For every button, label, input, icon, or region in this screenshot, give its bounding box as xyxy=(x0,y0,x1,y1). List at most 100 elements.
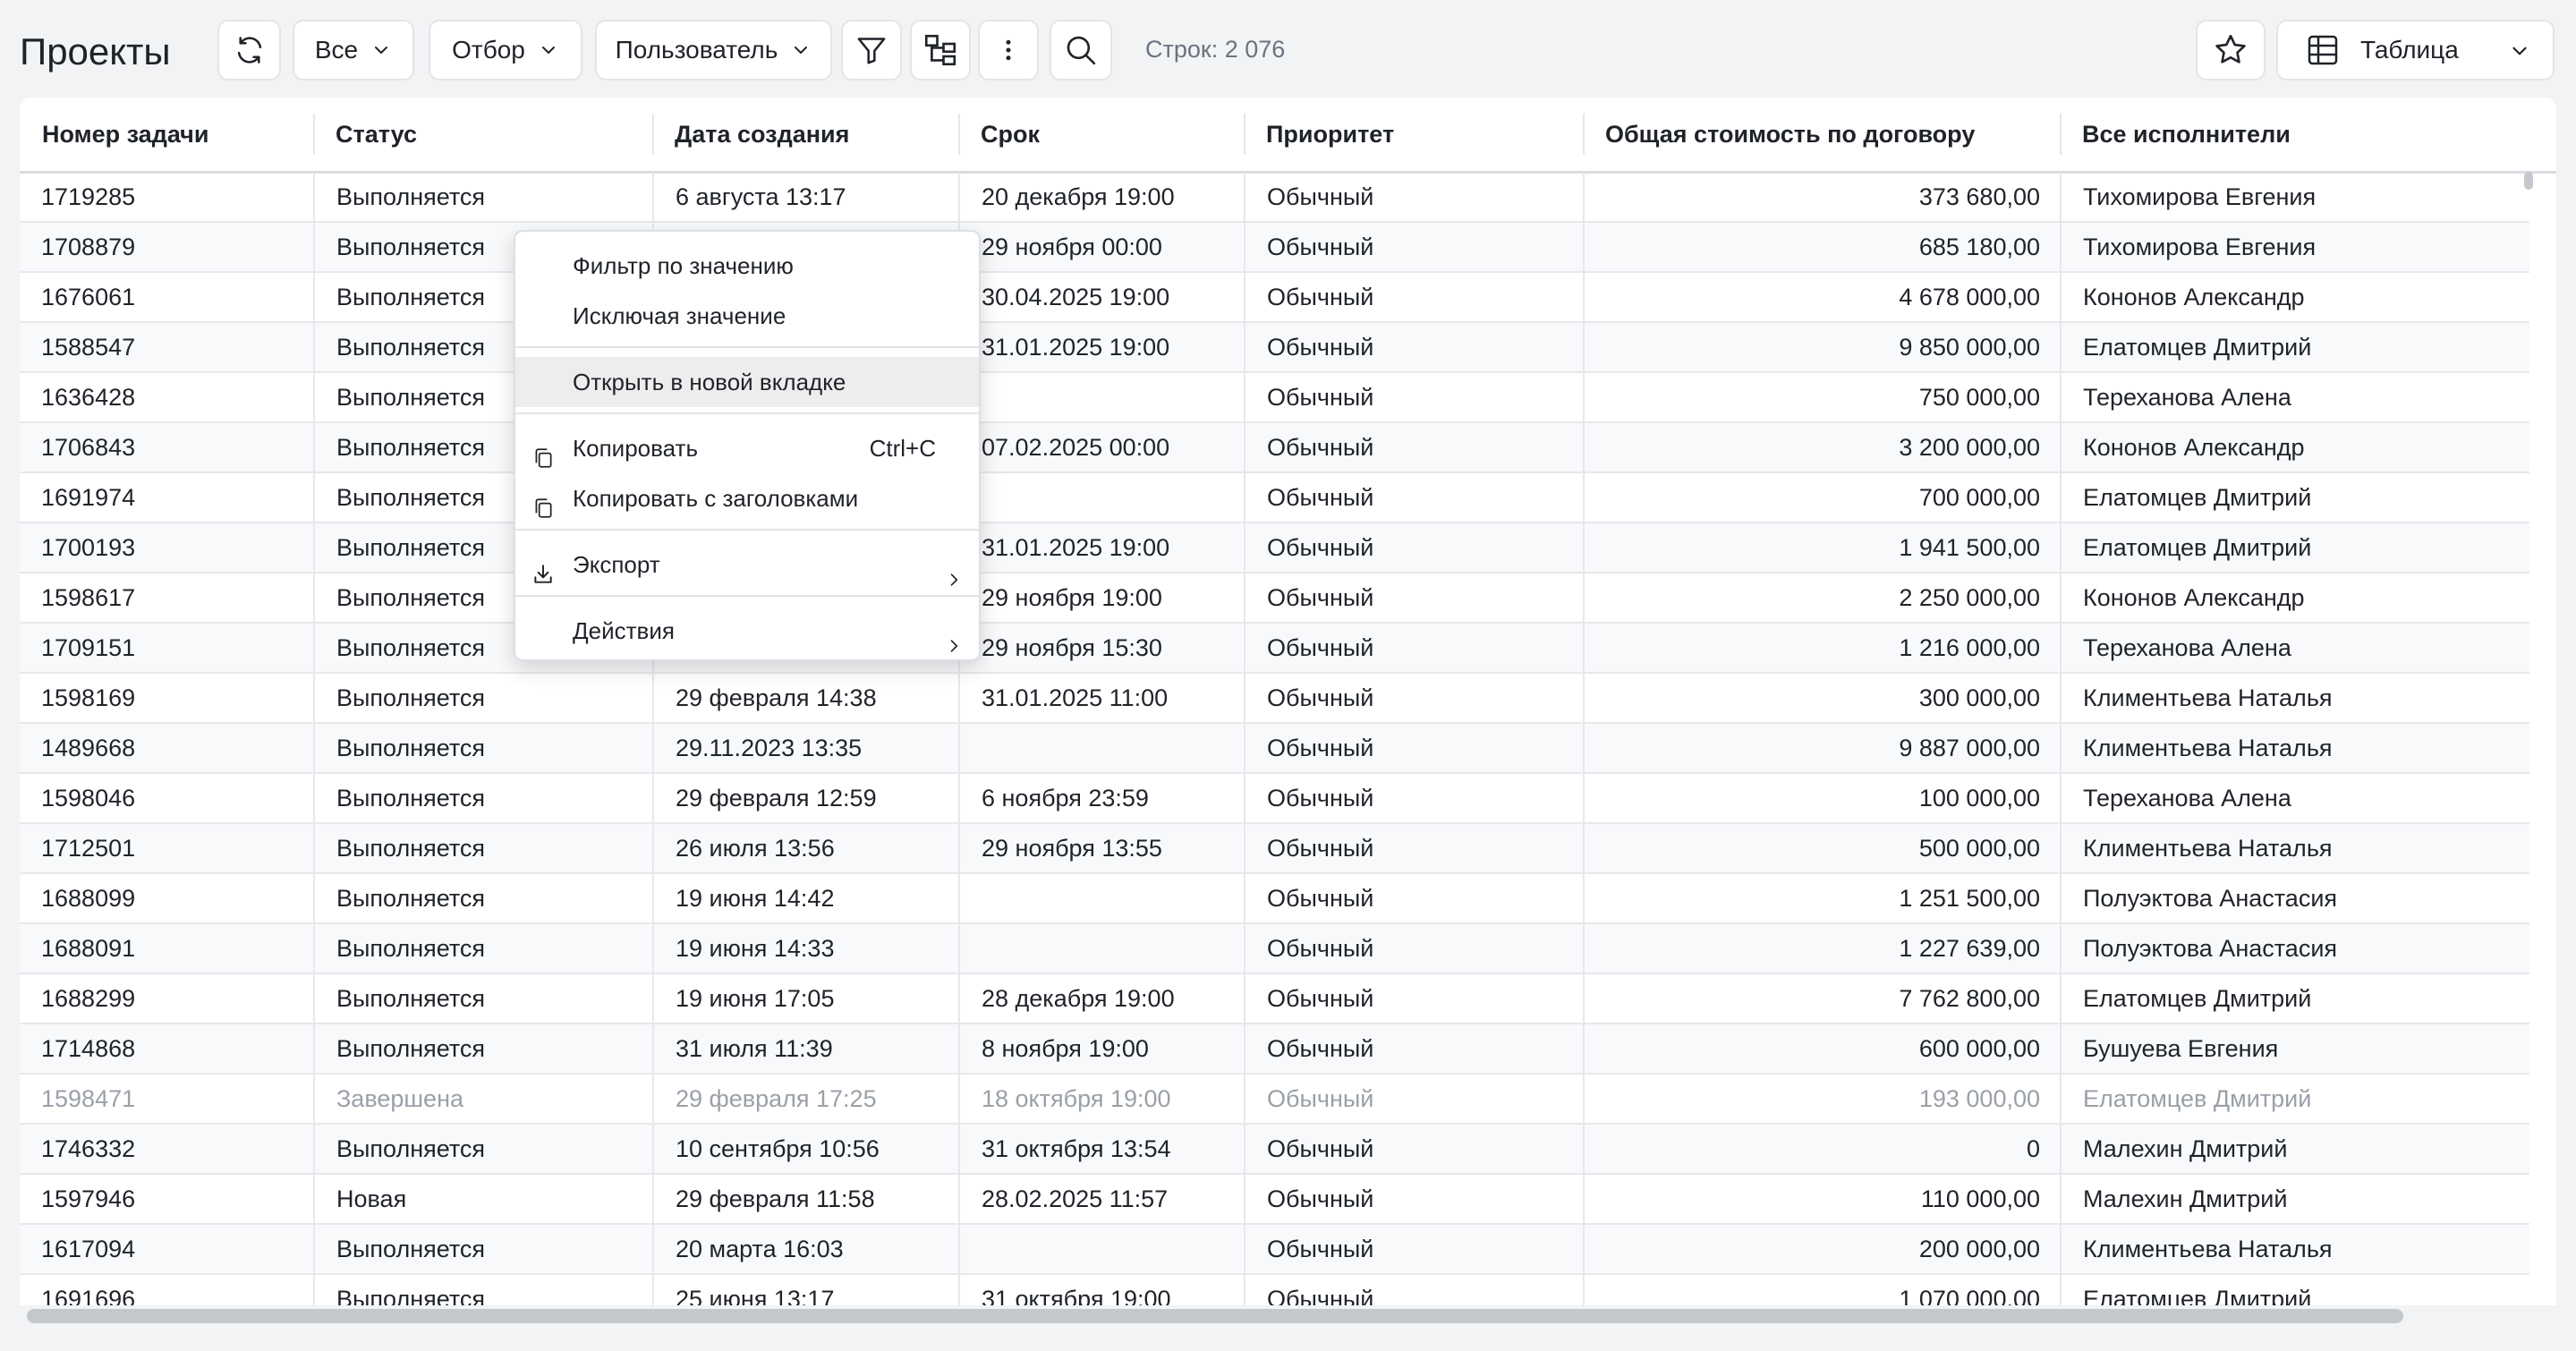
table-row[interactable]: 1597946 Новая 29 февраля 11:58 28.02.2025 1… xyxy=(20,1175,2529,1225)
favorite-button[interactable] xyxy=(2196,20,2266,81)
menu-item-export[interactable]: Экспорт xyxy=(515,540,979,590)
cell-status[interactable]: Выполняется xyxy=(313,1125,652,1173)
cell-priority[interactable]: Обычный xyxy=(1244,574,1583,622)
cell-task-number[interactable]: 1688299 xyxy=(20,974,313,1023)
cell-created-date[interactable]: 20 марта 16:03 xyxy=(652,1225,958,1273)
cell-priority[interactable]: Обычный xyxy=(1244,423,1583,472)
cell-status[interactable]: Выполняется xyxy=(313,724,652,772)
cell-priority[interactable]: Обычный xyxy=(1244,1275,1583,1305)
cell-task-number[interactable]: 1597946 xyxy=(20,1175,313,1223)
cell-task-number[interactable]: 1598169 xyxy=(20,674,313,722)
cell-assignees[interactable]: Кононов Александр xyxy=(2060,423,2529,472)
cell-deadline[interactable] xyxy=(958,924,1244,973)
cell-deadline[interactable]: 29 ноября 19:00 xyxy=(958,574,1244,622)
cell-task-number[interactable]: 1489668 xyxy=(20,724,313,772)
cell-created-date[interactable]: 19 июня 14:33 xyxy=(652,924,958,973)
cell-contract-cost[interactable]: 1 216 000,00 xyxy=(1583,624,2060,672)
cell-deadline[interactable]: 29 ноября 00:00 xyxy=(958,223,1244,271)
cell-priority[interactable]: Обычный xyxy=(1244,473,1583,522)
cell-assignees[interactable]: Тихомирова Евгения xyxy=(2060,173,2529,221)
cell-task-number[interactable]: 1691974 xyxy=(20,473,313,522)
cell-status[interactable]: Выполняется xyxy=(313,1024,652,1073)
cell-contract-cost[interactable]: 200 000,00 xyxy=(1583,1225,2060,1273)
cell-contract-cost[interactable]: 100 000,00 xyxy=(1583,774,2060,822)
cell-assignees[interactable]: Климентьева Наталья xyxy=(2060,1225,2529,1273)
cell-priority[interactable]: Обычный xyxy=(1244,674,1583,722)
cell-priority[interactable]: Обычный xyxy=(1244,974,1583,1023)
more-button[interactable] xyxy=(978,20,1039,81)
cell-deadline[interactable] xyxy=(958,724,1244,772)
table-row[interactable]: 1588547 Выполняется 31.01.2025 19:00 Обычны… xyxy=(20,323,2529,373)
table-row[interactable]: 1700193 Выполняется 31.01.2025 19:00 Обычны… xyxy=(20,523,2529,574)
cell-created-date[interactable]: 6 августа 13:17 xyxy=(652,173,958,221)
user-dropdown[interactable]: Пользователь xyxy=(595,20,832,81)
table-row[interactable]: 1691696 Выполняется 25 июня 13:17 31 октябр… xyxy=(20,1275,2529,1305)
vertical-scrollbar[interactable] xyxy=(2520,170,2536,1306)
cell-task-number[interactable]: 1691696 xyxy=(20,1275,313,1305)
cell-assignees[interactable]: Кононов Александр xyxy=(2060,273,2529,321)
hierarchy-button[interactable] xyxy=(910,20,971,81)
cell-assignees[interactable]: Елатомцев Дмитрий xyxy=(2060,1075,2529,1123)
cell-assignees[interactable]: Кононов Александр xyxy=(2060,574,2529,622)
cell-contract-cost[interactable]: 7 762 800,00 xyxy=(1583,974,2060,1023)
cell-task-number[interactable]: 1688091 xyxy=(20,924,313,973)
table-row[interactable]: 1712501 Выполняется 26 июля 13:56 29 ноября… xyxy=(20,824,2529,874)
cell-status[interactable]: Выполняется xyxy=(313,1225,652,1273)
cell-deadline[interactable]: 30.04.2025 19:00 xyxy=(958,273,1244,321)
cell-created-date[interactable]: 29 февраля 17:25 xyxy=(652,1075,958,1123)
cell-status[interactable]: Выполняется xyxy=(313,774,652,822)
menu-item-open-new-tab[interactable]: Открыть в новой вкладке xyxy=(515,357,979,407)
cell-contract-cost[interactable]: 193 000,00 xyxy=(1583,1075,2060,1123)
cell-priority[interactable]: Обычный xyxy=(1244,1175,1583,1223)
table-row[interactable]: 1688299 Выполняется 19 июня 17:05 28 декабр… xyxy=(20,974,2529,1024)
cell-assignees[interactable]: Тереханова Алена xyxy=(2060,624,2529,672)
cell-deadline[interactable]: 29 ноября 15:30 xyxy=(958,624,1244,672)
table-row[interactable]: 1688091 Выполняется 19 июня 14:33 Обычный 1 … xyxy=(20,924,2529,974)
cell-assignees[interactable]: Елатомцев Дмитрий xyxy=(2060,523,2529,572)
cell-priority[interactable]: Обычный xyxy=(1244,824,1583,872)
cell-assignees[interactable]: Тихомирова Евгения xyxy=(2060,223,2529,271)
cell-assignees[interactable]: Тереханова Алена xyxy=(2060,774,2529,822)
table-row[interactable]: 1489668 Выполняется 29.11.2023 13:35 Обычны… xyxy=(20,724,2529,774)
cell-status[interactable]: Выполняется xyxy=(313,674,652,722)
cell-contract-cost[interactable]: 3 200 000,00 xyxy=(1583,423,2060,472)
cell-deadline[interactable]: 29 ноября 13:55 xyxy=(958,824,1244,872)
menu-item-filter-by-value[interactable]: Фильтр по значению xyxy=(515,241,979,291)
cell-contract-cost[interactable]: 4 678 000,00 xyxy=(1583,273,2060,321)
selection-dropdown[interactable]: Отбор xyxy=(429,20,582,81)
cell-assignees[interactable]: Елатомцев Дмитрий xyxy=(2060,323,2529,371)
column-header-created-date[interactable]: Дата создания xyxy=(652,98,958,171)
cell-priority[interactable]: Обычный xyxy=(1244,223,1583,271)
cell-deadline[interactable] xyxy=(958,874,1244,922)
table-row[interactable]: 1676061 Выполняется 30.04.2025 19:00 Обычны… xyxy=(20,273,2529,323)
table-row[interactable]: 1691974 Выполняется Обычный 700 000,00 Елато… xyxy=(20,473,2529,523)
cell-priority[interactable]: Обычный xyxy=(1244,924,1583,973)
cell-deadline[interactable]: 31.01.2025 19:00 xyxy=(958,523,1244,572)
cell-contract-cost[interactable]: 750 000,00 xyxy=(1583,373,2060,421)
cell-assignees[interactable]: Климентьева Наталья xyxy=(2060,724,2529,772)
cell-contract-cost[interactable]: 685 180,00 xyxy=(1583,223,2060,271)
cell-contract-cost[interactable]: 1 070 000,00 xyxy=(1583,1275,2060,1305)
cell-task-number[interactable]: 1688099 xyxy=(20,874,313,922)
column-resize-handle[interactable] xyxy=(1244,114,1245,155)
cell-deadline[interactable]: 18 октября 19:00 xyxy=(958,1075,1244,1123)
cell-priority[interactable]: Обычный xyxy=(1244,273,1583,321)
menu-item-copy[interactable]: Копировать Ctrl+C xyxy=(515,423,979,473)
cell-assignees[interactable]: Малехин Дмитрий xyxy=(2060,1125,2529,1173)
cell-created-date[interactable]: 19 июня 17:05 xyxy=(652,974,958,1023)
cell-created-date[interactable]: 10 сентября 10:56 xyxy=(652,1125,958,1173)
table-row[interactable]: 1598617 Выполняется 29 ноября 19:00 Обычный… xyxy=(20,574,2529,624)
vertical-scroll-thumb[interactable] xyxy=(2524,172,2533,190)
column-resize-handle[interactable] xyxy=(1583,114,1585,155)
cell-deadline[interactable]: 31 октября 13:54 xyxy=(958,1125,1244,1173)
cell-contract-cost[interactable]: 9 887 000,00 xyxy=(1583,724,2060,772)
cell-deadline[interactable]: 20 декабря 19:00 xyxy=(958,173,1244,221)
table-row[interactable]: 1598471 Завершена 29 февраля 17:25 18 октяб… xyxy=(20,1075,2529,1125)
cell-contract-cost[interactable]: 0 xyxy=(1583,1125,2060,1173)
cell-deadline[interactable]: 31.01.2025 11:00 xyxy=(958,674,1244,722)
cell-priority[interactable]: Обычный xyxy=(1244,523,1583,572)
column-header-task-number[interactable]: Номер задачи xyxy=(20,98,313,171)
cell-task-number[interactable]: 1746332 xyxy=(20,1125,313,1173)
cell-priority[interactable]: Обычный xyxy=(1244,173,1583,221)
cell-task-number[interactable]: 1598471 xyxy=(20,1075,313,1123)
